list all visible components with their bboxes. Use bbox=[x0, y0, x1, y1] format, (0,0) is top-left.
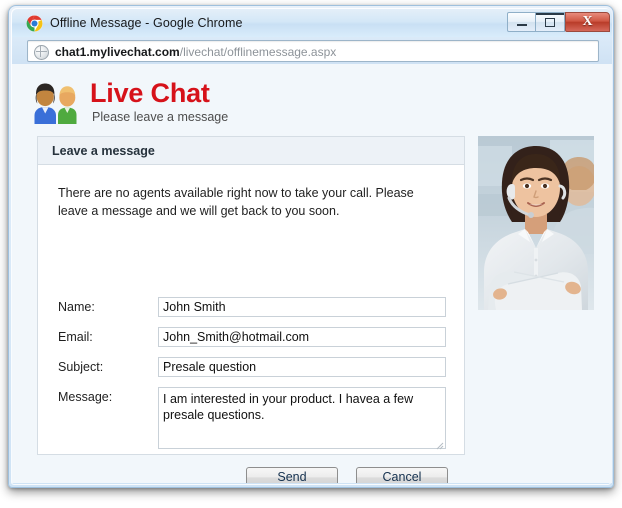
minimize-icon bbox=[508, 13, 535, 31]
panel-header: Leave a message bbox=[38, 137, 464, 165]
email-input[interactable] bbox=[158, 327, 446, 347]
globe-page-icon bbox=[34, 45, 49, 60]
page-title: Live Chat bbox=[90, 78, 210, 108]
page-viewport: Live Chat Please leave a message Leave a… bbox=[12, 64, 612, 483]
url-text: chat1.mylivechat.com/livechat/offlinemes… bbox=[55, 44, 336, 60]
close-button[interactable]: X bbox=[565, 12, 610, 32]
maximize-icon bbox=[536, 13, 564, 31]
email-label: Email: bbox=[58, 330, 93, 344]
subject-label: Subject: bbox=[58, 360, 104, 374]
form-row-message: Message: bbox=[38, 387, 464, 455]
cancel-button[interactable]: Cancel bbox=[356, 467, 448, 483]
window-title: Offline Message - Google Chrome bbox=[50, 16, 243, 30]
subject-input[interactable] bbox=[158, 357, 446, 377]
url-host: chat1.mylivechat.com bbox=[55, 45, 180, 59]
url-path: /livechat/offlinemessage.aspx bbox=[179, 45, 337, 59]
form-row-subject: Subject: bbox=[38, 357, 464, 381]
message-label: Message: bbox=[58, 390, 113, 404]
address-bar-strip: chat1.mylivechat.com/livechat/offlinemes… bbox=[12, 37, 612, 64]
name-label: Name: bbox=[58, 300, 95, 314]
form-button-row: Send Cancel bbox=[38, 467, 464, 483]
two-people-avatar-icon bbox=[31, 82, 79, 124]
maximize-button[interactable] bbox=[536, 12, 565, 32]
send-button[interactable]: Send bbox=[246, 467, 338, 483]
form-row-name: Name: bbox=[38, 297, 464, 321]
chrome-logo-icon bbox=[26, 15, 43, 32]
panel-header-title: Leave a message bbox=[52, 144, 155, 158]
leave-a-message-panel: Leave a message There are no agents avai… bbox=[37, 136, 465, 483]
name-input[interactable] bbox=[158, 297, 446, 317]
message-textarea[interactable] bbox=[158, 387, 446, 449]
title-bar[interactable]: Offline Message - Google Chrome X bbox=[12, 9, 612, 37]
minimize-button[interactable] bbox=[507, 12, 536, 32]
form-row-email: Email: bbox=[38, 327, 464, 351]
address-input[interactable]: chat1.mylivechat.com/livechat/offlinemes… bbox=[27, 40, 599, 62]
support-agent-photo bbox=[478, 136, 594, 310]
intro-text: There are no agents available right now … bbox=[58, 186, 414, 218]
page-subtitle: Please leave a message bbox=[92, 110, 229, 124]
desktop-background: Offline Message - Google Chrome X chat1.… bbox=[0, 0, 622, 508]
close-icon: X bbox=[582, 14, 593, 29]
site-header: Live Chat Please leave a message bbox=[12, 64, 612, 124]
browser-window: Offline Message - Google Chrome X chat1.… bbox=[8, 5, 614, 488]
